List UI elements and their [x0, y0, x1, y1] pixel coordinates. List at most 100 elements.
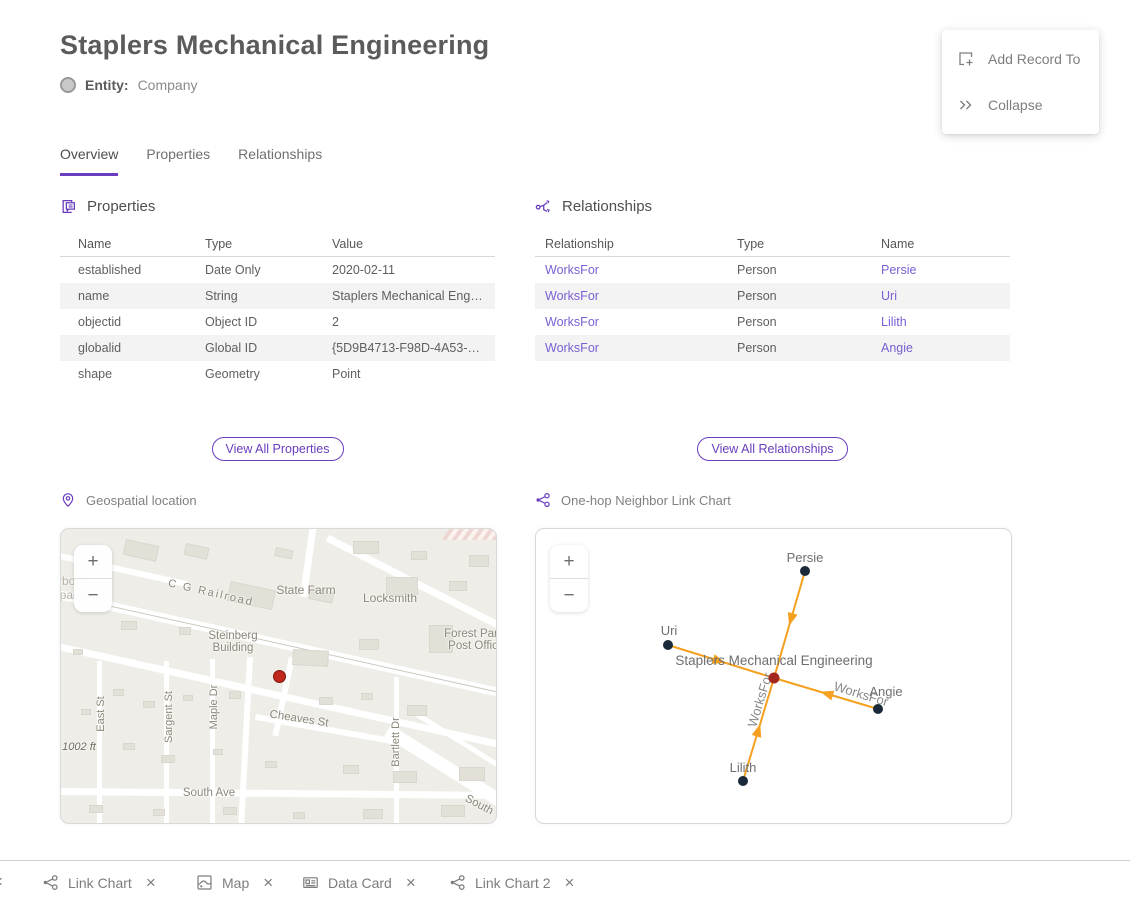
entity-type-icon — [60, 77, 76, 93]
zoom-in-button[interactable]: + — [74, 545, 112, 578]
cell: shape — [60, 361, 205, 387]
map-icon — [196, 874, 213, 891]
menu-item-label: Collapse — [988, 97, 1042, 113]
context-menu: Add Record To Collapse — [942, 30, 1099, 134]
relationship-link[interactable]: WorksFor — [535, 283, 737, 309]
entity-row: Entity: Company — [60, 77, 197, 93]
tab-data-card[interactable]: Data Card × — [302, 861, 416, 904]
cell: name — [60, 283, 205, 309]
section-title: Properties — [87, 198, 155, 215]
entity-link[interactable]: Lilith — [881, 309, 1010, 335]
table-row: WorksFor Person Persie — [535, 257, 1010, 284]
svg-text:Persie: Persie — [787, 550, 824, 565]
map-marker[interactable] — [273, 670, 286, 683]
map[interactable]: C G RailroadState FarmLocksmithSteinberg… — [60, 528, 497, 824]
page-title: Staplers Mechanical Engineering — [60, 30, 489, 61]
zoom-in-button[interactable]: + — [550, 545, 588, 578]
cell: objectid — [60, 309, 205, 335]
cell: Global ID — [205, 335, 332, 361]
tab-relationships[interactable]: Relationships — [238, 146, 322, 176]
entity-value: Company — [138, 77, 198, 93]
tab-bar: Overview Properties Relationships — [60, 146, 322, 176]
entity-link[interactable]: Uri — [881, 283, 1010, 309]
section-title: One-hop Neighbor Link Chart — [561, 493, 731, 508]
table-header-row: Name Type Value — [60, 231, 495, 257]
column-header-relationship: Relationship — [535, 231, 737, 257]
bottom-tab-bar: × Link Chart × Map × — [0, 860, 1130, 904]
svg-text:Uri: Uri — [661, 623, 678, 638]
column-header-name: Name — [881, 231, 1010, 257]
tab-overview[interactable]: Overview — [60, 146, 118, 176]
geospatial-section-header: Geospatial location — [60, 492, 197, 508]
tab-link-chart-2[interactable]: Link Chart 2 × — [449, 861, 574, 904]
cell: globalid — [60, 335, 205, 361]
collapse-icon — [957, 96, 975, 114]
section-title: Relationships — [562, 198, 652, 215]
column-header-type: Type — [737, 231, 881, 257]
tab-label: Map — [222, 875, 249, 891]
close-icon[interactable]: × — [146, 874, 156, 891]
cell: {5D9B4713-F98D-4A53-… — [332, 335, 495, 361]
link-chart-svg[interactable]: WorksForWorksForStaplers Mechanical Engi… — [536, 529, 1011, 823]
table-row: WorksFor Person Uri — [535, 283, 1010, 309]
entity-link[interactable]: Angie — [881, 335, 1010, 361]
properties-actions: View All Properties — [60, 437, 495, 461]
tab-properties[interactable]: Properties — [146, 146, 210, 176]
cell: Person — [737, 257, 881, 284]
view-all-properties-button[interactable]: View All Properties — [212, 437, 344, 461]
table-row: WorksFor Person Lilith — [535, 309, 1010, 335]
view-all-relationships-button[interactable]: View All Relationships — [697, 437, 847, 461]
svg-text:Lilith: Lilith — [730, 760, 757, 775]
properties-section-header: Properties — [60, 198, 155, 215]
close-icon[interactable]: × — [406, 874, 416, 891]
menu-item-label: Add Record To — [988, 51, 1080, 67]
pin-icon — [60, 492, 76, 508]
close-icon[interactable]: × — [564, 874, 574, 891]
data-card-icon — [302, 874, 319, 891]
relationship-link[interactable]: WorksFor — [535, 257, 737, 284]
cell: 2 — [332, 309, 495, 335]
table-row: shape Geometry Point — [60, 361, 495, 387]
link-chart-icon — [42, 874, 59, 891]
column-header-name: Name — [60, 231, 205, 257]
cell: Point — [332, 361, 495, 387]
table-row: objectid Object ID 2 — [60, 309, 495, 335]
table-row: established Date Only 2020-02-11 — [60, 257, 495, 284]
cell: Person — [737, 283, 881, 309]
menu-item-add-record-to[interactable]: Add Record To — [942, 36, 1099, 82]
cell: String — [205, 283, 332, 309]
chart-zoom-control: + − — [550, 545, 588, 612]
tab-link-chart[interactable]: Link Chart × — [42, 861, 156, 904]
table-row: WorksFor Person Angie — [535, 335, 1010, 361]
properties-icon — [60, 198, 77, 215]
relationships-actions: View All Relationships — [535, 437, 1010, 461]
zoom-out-button[interactable]: − — [550, 578, 588, 612]
svg-text:Staplers Mechanical Engineerin: Staplers Mechanical Engineering — [675, 653, 872, 668]
link-chart[interactable]: WorksForWorksForStaplers Mechanical Engi… — [535, 528, 1012, 824]
column-header-value: Value — [332, 231, 495, 257]
close-icon[interactable]: × — [0, 872, 3, 892]
relationship-link[interactable]: WorksFor — [535, 335, 737, 361]
zoom-out-button[interactable]: − — [74, 578, 112, 612]
section-title: Geospatial location — [86, 493, 197, 508]
add-record-icon — [957, 50, 975, 68]
menu-item-collapse[interactable]: Collapse — [942, 82, 1099, 128]
entity-link[interactable]: Persie — [881, 257, 1010, 284]
close-icon[interactable]: × — [263, 874, 273, 891]
cell: Person — [737, 335, 881, 361]
tab-label: Data Card — [328, 875, 392, 891]
svg-text:Angie: Angie — [869, 684, 902, 699]
cell: 2020-02-11 — [332, 257, 495, 284]
cell: Object ID — [205, 309, 332, 335]
table-header-row: Relationship Type Name — [535, 231, 1010, 257]
relationships-icon — [535, 198, 552, 215]
cell: Geometry — [205, 361, 332, 387]
map-zoom-control: + − — [74, 545, 112, 612]
link-chart-icon — [535, 492, 551, 508]
relationship-link[interactable]: WorksFor — [535, 309, 737, 335]
properties-table: Name Type Value established Date Only 20… — [60, 231, 495, 387]
link-chart-icon — [449, 874, 466, 891]
tab-map[interactable]: Map × — [196, 861, 273, 904]
column-header-type: Type — [205, 231, 332, 257]
cell: Date Only — [205, 257, 332, 284]
